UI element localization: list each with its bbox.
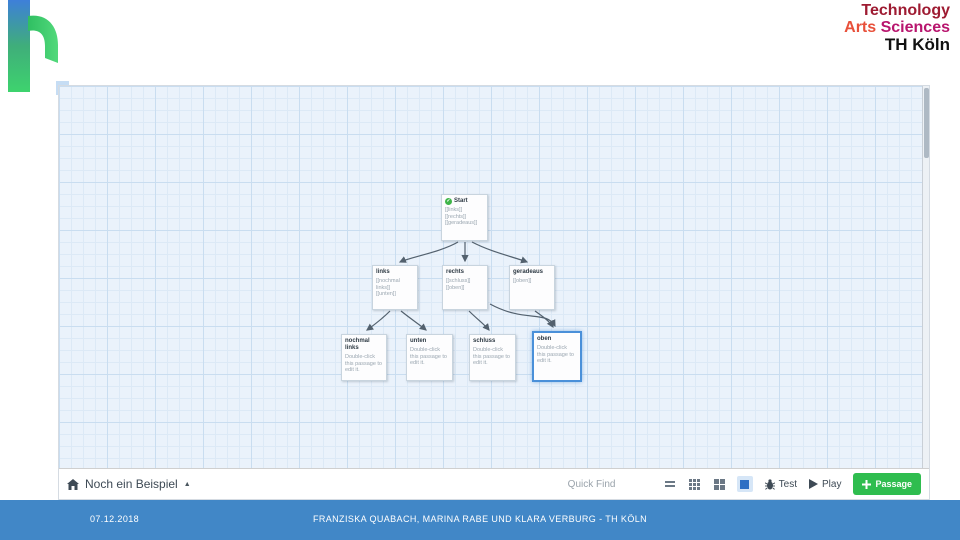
passage-excerpt: [[links]] [[rechts]] [[geradeaus]] <box>445 207 478 226</box>
footer-date: 07.12.2018 <box>90 514 140 524</box>
passage-title: ✓ Start <box>445 198 468 205</box>
home-icon <box>67 478 79 490</box>
passage-excerpt: [[nochmal links]] [[unten]] <box>376 278 400 297</box>
start-rocket-icon: ✓ <box>445 198 452 205</box>
passage-node-schluss[interactable]: schluss Double-click this passage to edi… <box>469 334 516 381</box>
bug-icon <box>764 478 775 490</box>
passage-title: links <box>376 269 390 275</box>
passage-title: oben <box>537 336 552 342</box>
twine-toolbar: Noch ein Beispiel ▲ Quick Find Test Play… <box>59 468 929 499</box>
scrollbar-thumb[interactable] <box>924 88 929 158</box>
passage-link-arrows <box>366 241 556 331</box>
quick-find-input[interactable] <box>565 477 650 491</box>
twine-editor-screenshot: ✓ Start [[links]] [[rechts]] [[geradeaus… <box>58 85 930 500</box>
passage-node-unten[interactable]: unten Double-click this passage to edit … <box>406 334 453 381</box>
passage-title: nochmal links <box>345 338 370 351</box>
story-map-canvas[interactable]: ✓ Start [[links]] [[rechts]] [[geradeaus… <box>59 86 929 468</box>
toolbar-actions: Test Play Passage <box>565 473 921 495</box>
play-button[interactable]: Play <box>809 479 841 490</box>
story-title: Noch ein Beispiel <box>85 477 178 491</box>
passage-title: geradeaus <box>513 269 544 275</box>
passage-excerpt: Double-click this passage to edit it. <box>537 345 574 364</box>
passage-excerpt: Double-click this passage to edit it. <box>345 354 382 373</box>
zoom-small-icon[interactable] <box>687 476 703 492</box>
presentation-slide: Technology Arts Sciences TH Köln ✓ Start… <box>0 0 960 540</box>
brand-line-arts-sciences: Arts Sciences <box>844 19 950 36</box>
passage-node-nochmal-links[interactable]: nochmal links Double-click this passage … <box>341 334 387 381</box>
caret-up-icon: ▲ <box>183 480 191 488</box>
zoom-level-buttons <box>662 476 753 492</box>
zoom-medium-icon[interactable] <box>712 476 728 492</box>
passage-excerpt: [[oben]] <box>513 278 532 284</box>
footer-credits: FRANZISKA QUABACH, MARINA RABE UND KLARA… <box>312 514 648 524</box>
brand-line-th-koeln: TH Köln <box>884 35 950 54</box>
passage-node-start[interactable]: ✓ Start [[links]] [[rechts]] [[geradeaus… <box>441 194 488 241</box>
passage-title: unten <box>410 338 427 344</box>
zoom-full-icon[interactable] <box>736 476 753 492</box>
brand-line-technology: Technology <box>861 2 950 19</box>
slide-footer: 07.12.2018 FRANZISKA QUABACH, MARINA RAB… <box>0 500 960 540</box>
plus-icon <box>862 479 872 489</box>
test-button[interactable]: Test <box>764 478 797 490</box>
new-passage-button[interactable]: Passage <box>853 473 921 495</box>
play-icon <box>809 479 819 489</box>
passage-excerpt: [[schluss]] [[oben]] <box>446 278 471 291</box>
passage-excerpt: Double-click this passage to edit it. <box>410 347 447 366</box>
template-logo-graphic <box>8 0 69 95</box>
passage-node-rechts[interactable]: rechts [[schluss]] [[oben]] <box>442 265 488 310</box>
th-koeln-brand: Technology Arts Sciences TH Köln <box>844 2 950 54</box>
story-menu[interactable]: Noch ein Beispiel ▲ <box>67 477 191 491</box>
passage-title: rechts <box>446 269 465 275</box>
zoom-smallest-icon[interactable] <box>662 476 678 492</box>
passage-title: schluss <box>473 338 496 344</box>
passage-node-oben[interactable]: oben Double-click this passage to edit i… <box>532 331 582 382</box>
vertical-scrollbar[interactable] <box>922 86 929 468</box>
passage-node-geradeaus[interactable]: geradeaus [[oben]] <box>509 265 555 310</box>
passage-node-links[interactable]: links [[nochmal links]] [[unten]] <box>372 265 418 310</box>
passage-excerpt: Double-click this passage to edit it. <box>473 347 510 366</box>
